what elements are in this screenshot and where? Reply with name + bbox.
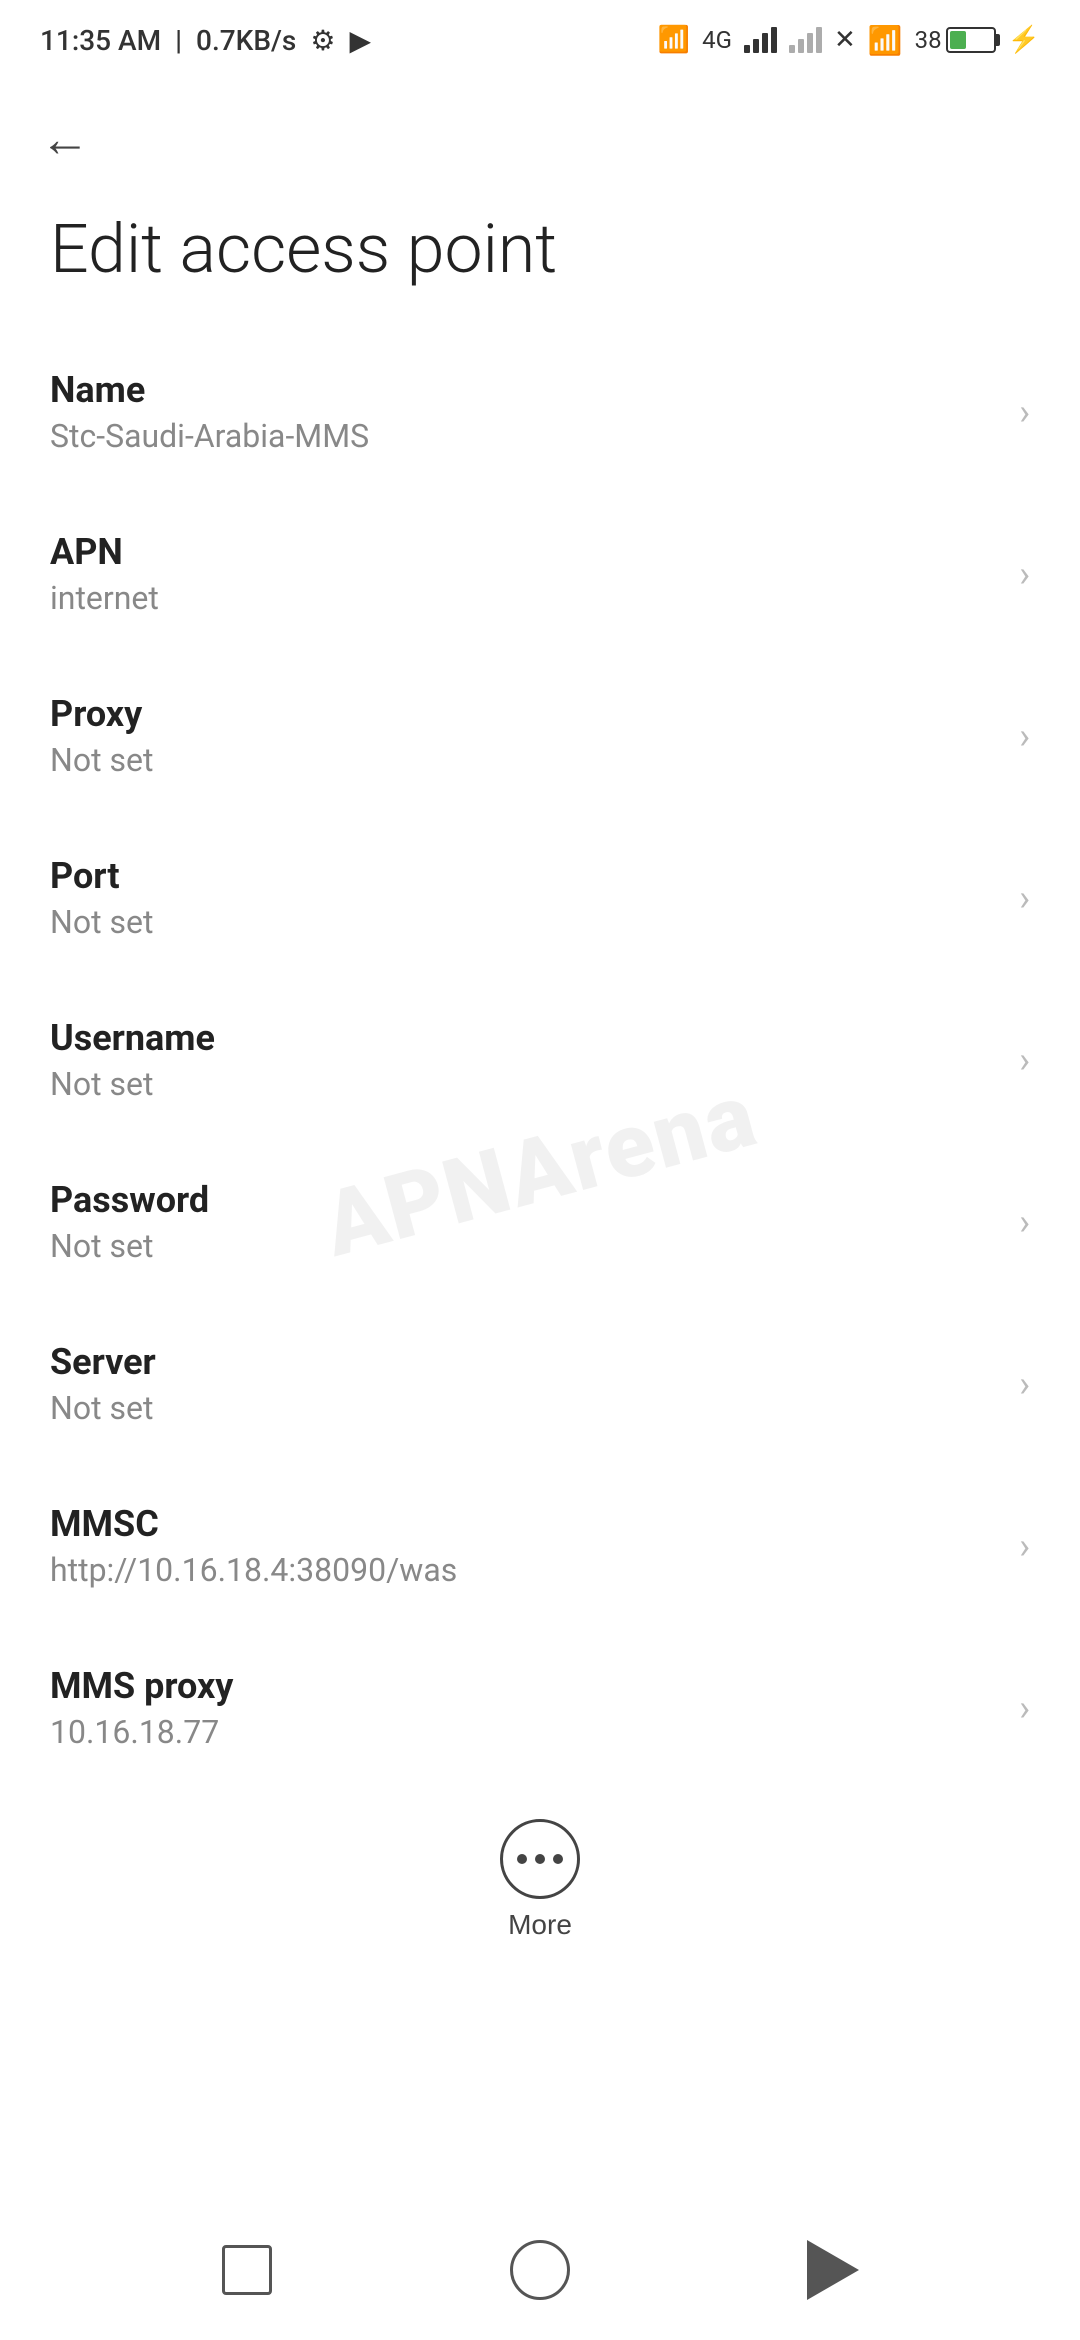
bluetooth-icon: 📶 xyxy=(658,25,690,55)
no-signal-icon: ✕ xyxy=(834,25,856,55)
more-dot-3 xyxy=(553,1854,563,1864)
video-icon: ▶ xyxy=(349,24,371,57)
more-dot-1 xyxy=(517,1854,527,1864)
settings-icon: ⚙ xyxy=(310,24,335,57)
settings-item-port[interactable]: Port Not set › xyxy=(0,817,1080,979)
settings-item-name[interactable]: Name Stc-Saudi-Arabia-MMS › xyxy=(0,331,1080,493)
settings-item-password-value: Not set xyxy=(50,1227,999,1265)
status-right: 📶 4G ✕ 📶 38 ⚡ xyxy=(658,24,1040,57)
charging-icon: ⚡ xyxy=(1008,25,1040,55)
settings-item-mmsc-label: MMSC xyxy=(50,1503,999,1545)
chevron-right-icon: › xyxy=(1019,553,1030,595)
more-section: More xyxy=(0,1789,1080,1961)
settings-item-apn-label: APN xyxy=(50,531,999,573)
more-dots-icon xyxy=(517,1854,563,1864)
settings-item-proxy-content: Proxy Not set xyxy=(50,693,999,779)
time-display: 11:35 AM xyxy=(40,24,161,57)
chevron-right-icon: › xyxy=(1019,391,1030,433)
settings-item-port-content: Port Not set xyxy=(50,855,999,941)
home-icon xyxy=(510,2240,570,2300)
settings-item-password-content: Password Not set xyxy=(50,1179,999,1265)
recents-icon xyxy=(222,2245,272,2295)
settings-item-proxy-label: Proxy xyxy=(50,693,999,735)
chevron-right-icon: › xyxy=(1019,1201,1030,1243)
battery-percent: 38 xyxy=(915,26,942,54)
speed-value: 0.7KB/s xyxy=(196,24,296,57)
navigation-bar xyxy=(0,2200,1080,2340)
settings-item-apn-content: APN internet xyxy=(50,531,999,617)
settings-item-username[interactable]: Username Not set › xyxy=(0,979,1080,1141)
page-title: Edit access point xyxy=(0,179,1080,331)
settings-item-server-content: Server Not set xyxy=(50,1341,999,1427)
settings-item-password-label: Password xyxy=(50,1179,999,1221)
settings-item-name-content: Name Stc-Saudi-Arabia-MMS xyxy=(50,369,999,455)
nav-recents-button[interactable] xyxy=(207,2230,287,2310)
settings-list: Name Stc-Saudi-Arabia-MMS › APN internet… xyxy=(0,331,1080,1789)
settings-item-mmsc[interactable]: MMSC http://10.16.18.4:38090/was › xyxy=(0,1465,1080,1627)
more-label: More xyxy=(508,1909,572,1941)
signal-bars-1 xyxy=(744,27,777,53)
settings-item-username-content: Username Not set xyxy=(50,1017,999,1103)
chevron-right-icon: › xyxy=(1019,877,1030,919)
settings-item-name-label: Name xyxy=(50,369,999,411)
settings-item-port-label: Port xyxy=(50,855,999,897)
back-arrow-icon[interactable]: ← xyxy=(40,110,90,169)
settings-item-mms-proxy-value: 10.16.18.77 xyxy=(50,1713,999,1751)
nav-back-button[interactable] xyxy=(793,2230,873,2310)
settings-item-apn-value: internet xyxy=(50,579,999,617)
status-bar: 11:35 AM | 0.7KB/s ⚙ ▶ 📶 4G ✕ 📶 38 ⚡ xyxy=(0,0,1080,80)
settings-item-username-value: Not set xyxy=(50,1065,999,1103)
settings-item-name-value: Stc-Saudi-Arabia-MMS xyxy=(50,417,999,455)
settings-item-proxy-value: Not set xyxy=(50,741,999,779)
settings-item-username-label: Username xyxy=(50,1017,999,1059)
settings-item-server-value: Not set xyxy=(50,1389,999,1427)
signal-4g-icon: 4G xyxy=(702,26,732,54)
settings-item-password[interactable]: Password Not set › xyxy=(0,1141,1080,1303)
nav-home-button[interactable] xyxy=(500,2230,580,2310)
chevron-right-icon: › xyxy=(1019,1687,1030,1729)
back-button-area[interactable]: ← xyxy=(0,80,1080,179)
settings-item-mms-proxy[interactable]: MMS proxy 10.16.18.77 › xyxy=(0,1627,1080,1789)
battery-indicator: 38 xyxy=(915,26,996,54)
chevron-right-icon: › xyxy=(1019,1525,1030,1567)
settings-item-mms-proxy-label: MMS proxy xyxy=(50,1665,999,1707)
settings-item-server-label: Server xyxy=(50,1341,999,1383)
chevron-right-icon: › xyxy=(1019,1363,1030,1405)
wifi-icon: 📶 xyxy=(868,24,903,57)
settings-item-mmsc-content: MMSC http://10.16.18.4:38090/was xyxy=(50,1503,999,1589)
settings-item-port-value: Not set xyxy=(50,903,999,941)
back-icon xyxy=(807,2240,859,2300)
settings-item-proxy[interactable]: Proxy Not set › xyxy=(0,655,1080,817)
chevron-right-icon: › xyxy=(1019,715,1030,757)
more-circle-icon xyxy=(500,1819,580,1899)
settings-item-server[interactable]: Server Not set › xyxy=(0,1303,1080,1465)
status-left: 11:35 AM | 0.7KB/s ⚙ ▶ xyxy=(40,24,371,57)
speed-display: | xyxy=(175,24,182,57)
settings-item-mmsc-value: http://10.16.18.4:38090/was xyxy=(50,1551,999,1589)
settings-item-mms-proxy-content: MMS proxy 10.16.18.77 xyxy=(50,1665,999,1751)
more-button[interactable]: More xyxy=(500,1819,580,1941)
signal-bars-2 xyxy=(789,27,822,53)
settings-item-apn[interactable]: APN internet › xyxy=(0,493,1080,655)
chevron-right-icon: › xyxy=(1019,1039,1030,1081)
more-dot-2 xyxy=(535,1854,545,1864)
